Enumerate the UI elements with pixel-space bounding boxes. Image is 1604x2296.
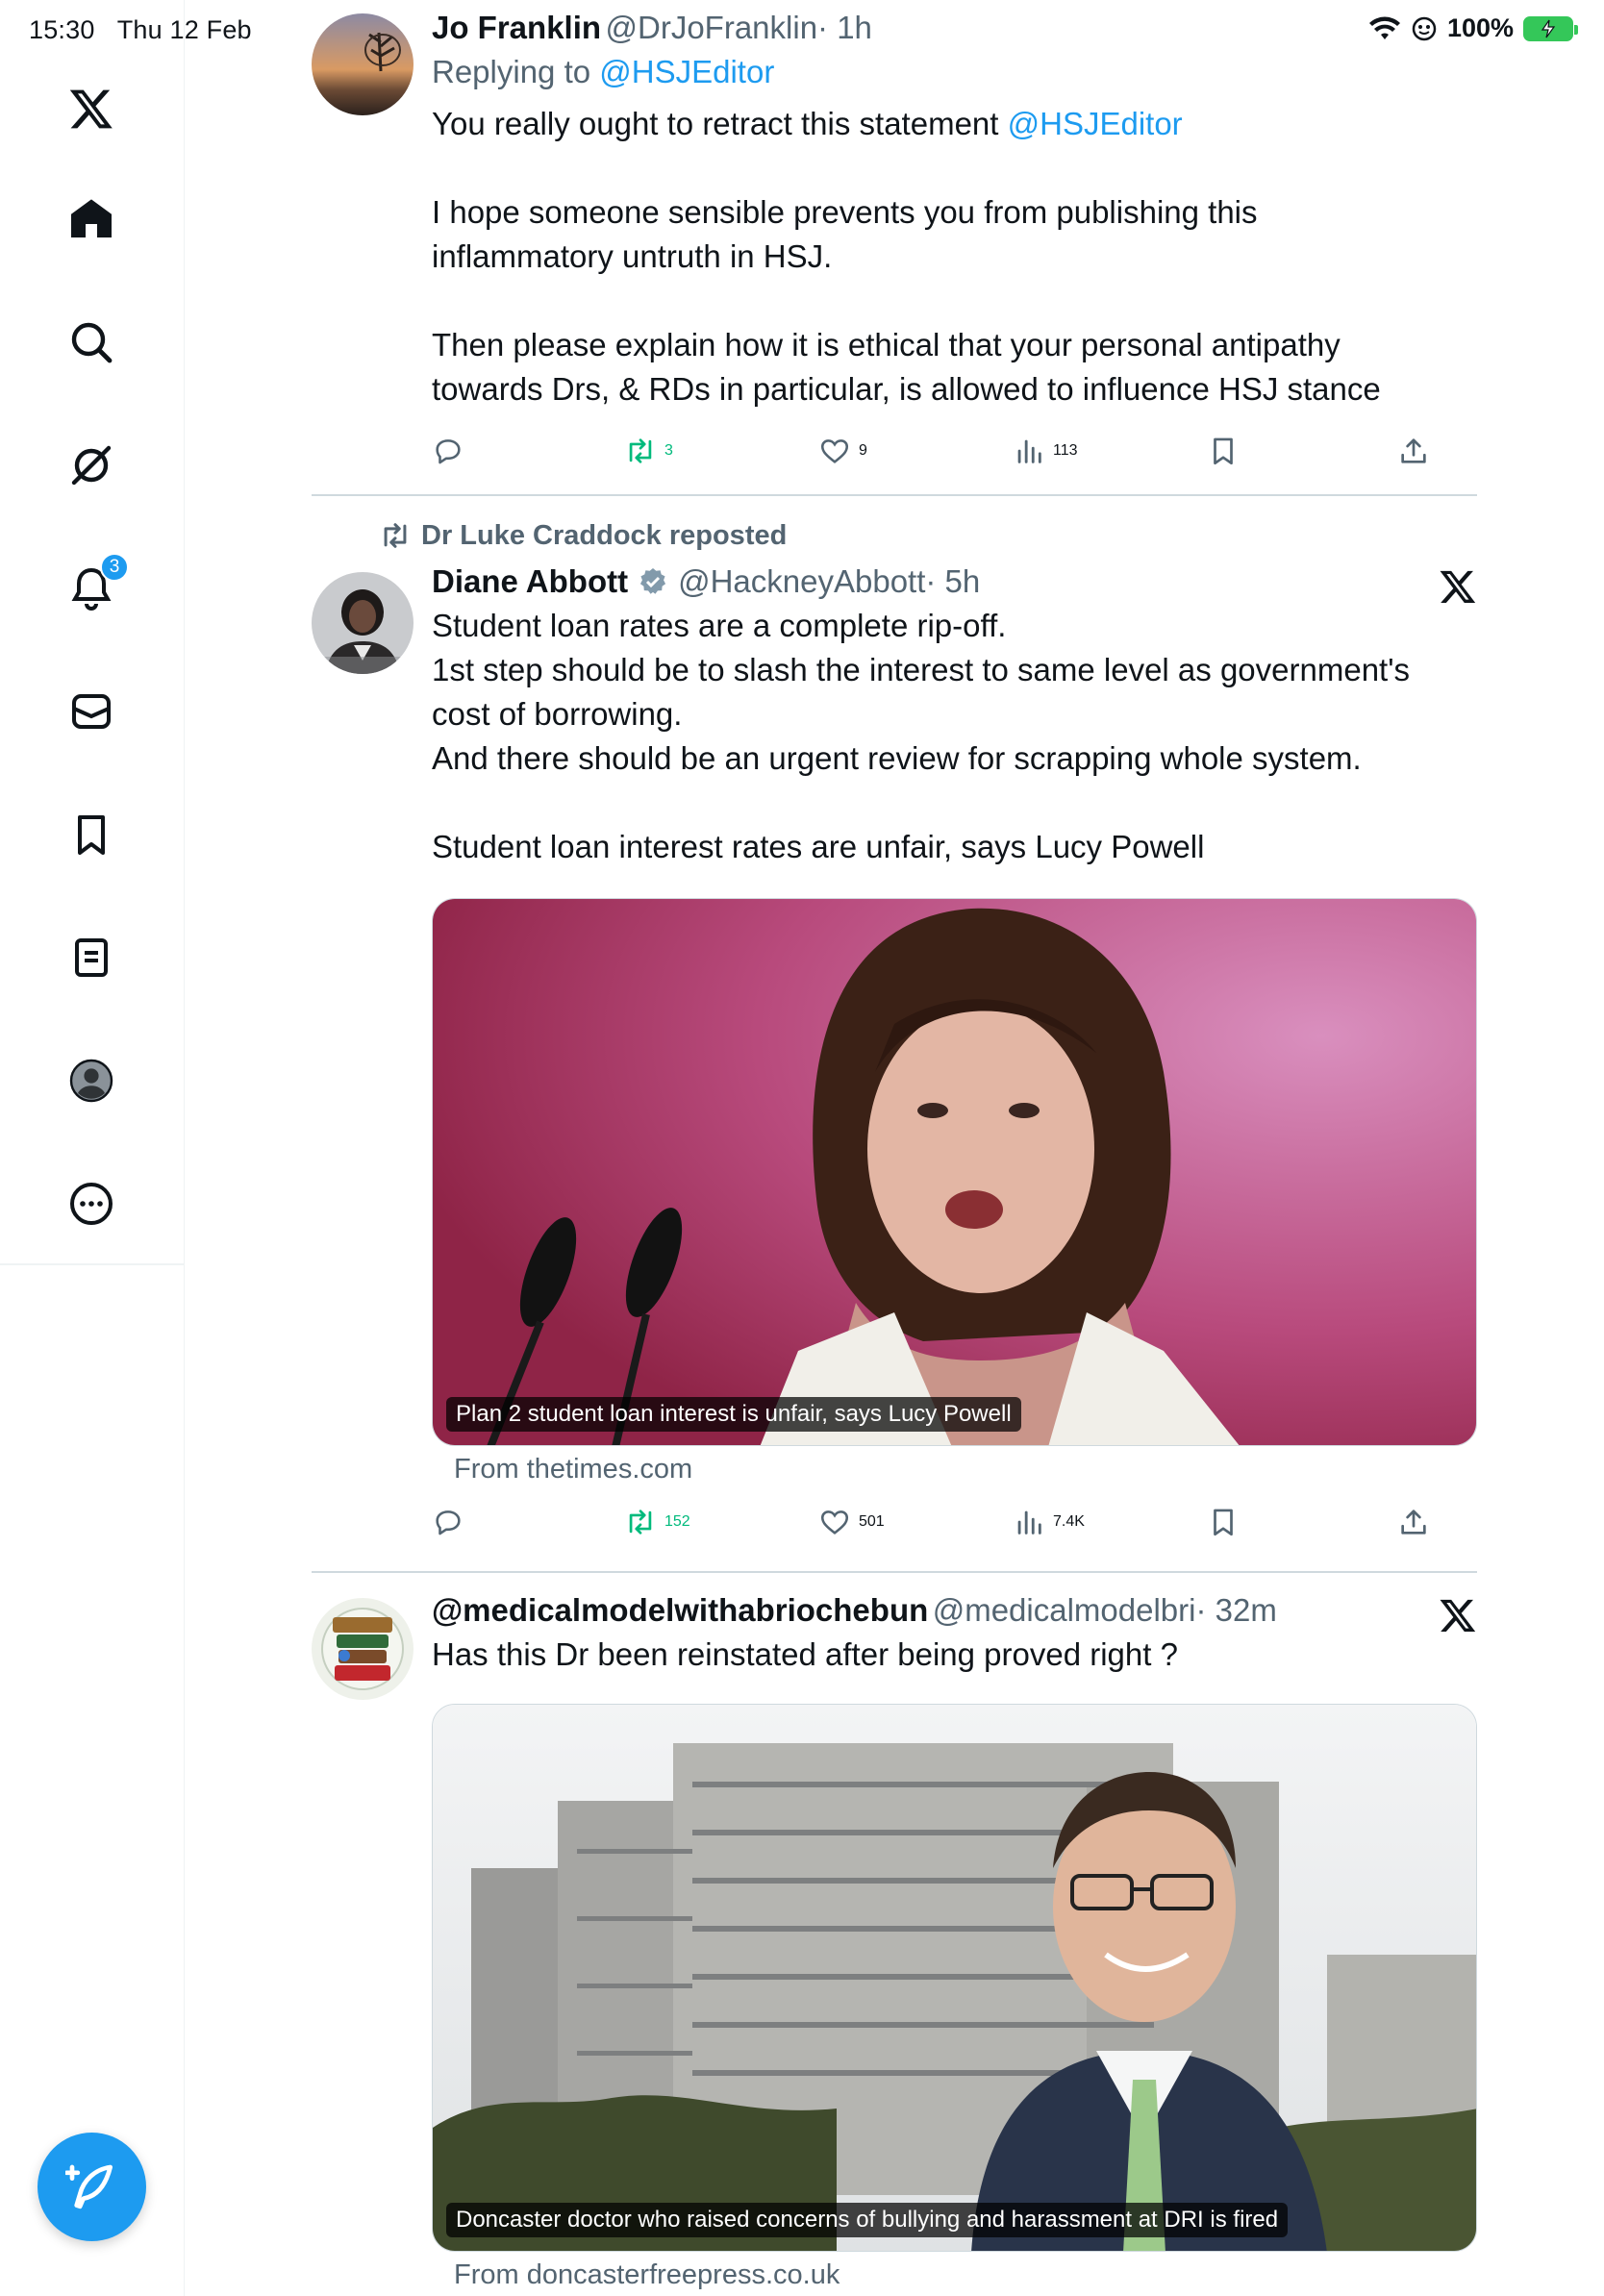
avatar-medicalmodel[interactable] (312, 1598, 414, 1700)
tweet-text: Student loan rates are a complete rip-of… (432, 608, 1411, 776)
author-handle[interactable]: @HackneyAbbott (678, 563, 925, 600)
reply-icon (436, 439, 461, 464)
notifications-badge: 3 (100, 553, 129, 582)
tweet-jo-franklin[interactable]: Jo Franklin @DrJoFranklin· 1h Replying t… (312, 10, 1477, 490)
grok-icon[interactable] (63, 437, 119, 493)
share-icon (1401, 438, 1426, 463)
share-button[interactable] (1397, 1506, 1430, 1538)
like-count: 501 (859, 1513, 885, 1530)
sidebar: 3 (0, 0, 185, 2296)
heart-icon (820, 439, 849, 463)
tweet-actions: 152 501 7.4K (432, 1506, 1477, 1544)
bookmark-button[interactable] (1207, 435, 1240, 467)
link-card-caption: Doncaster doctor who raised concerns of … (446, 2203, 1289, 2237)
replying-prefix: Replying to (432, 54, 600, 89)
link-card-thetimes[interactable]: Plan 2 student loan interest is unfair, … (432, 898, 1477, 1446)
like-button[interactable]: 9 (818, 435, 867, 467)
tweet-actions: 3 9 113 (432, 435, 1477, 473)
like-count: 9 (859, 442, 867, 459)
tweet-text: You really ought to retract this stateme… (432, 102, 1477, 412)
replying-to-mention[interactable]: @HSJEditor (599, 54, 774, 89)
retweet-button[interactable]: 3 (624, 435, 673, 467)
link-card-image (433, 899, 1476, 1445)
battery-icon (1523, 15, 1578, 41)
tweet-paragraph: I hope someone sensible prevents you fro… (432, 194, 1258, 274)
notifications-icon[interactable]: 3 (63, 553, 129, 616)
home-icon[interactable] (63, 191, 119, 247)
view-count: 113 (1053, 442, 1078, 459)
tweet-medicalmodel[interactable]: @medicalmodelwithabriochebun @medicalmod… (312, 1592, 1477, 2296)
tweet-text: Has this Dr been reinstated after being … (432, 1636, 1178, 1672)
compose-button[interactable] (38, 2133, 146, 2241)
avatar-jo-franklin[interactable] (312, 13, 414, 115)
search-icon[interactable] (63, 314, 119, 370)
retweet-button[interactable]: 152 (624, 1506, 690, 1538)
reposted-by[interactable]: Dr Luke Craddock reposted (421, 520, 787, 552)
bookmark-icon (1214, 437, 1233, 465)
retweet-icon (629, 438, 652, 463)
feather-plus-icon (64, 2164, 113, 2209)
tweet-text-line: You really ought to retract this stateme… (432, 106, 1008, 141)
x-logo-icon[interactable] (1439, 567, 1477, 606)
tweet-divider (312, 1571, 1477, 1573)
link-card-caption: Plan 2 student loan interest is unfair, … (446, 1397, 1021, 1432)
lists-icon[interactable] (63, 930, 119, 986)
link-card-source[interactable]: From thetimes.com (454, 1454, 692, 1485)
retweet-icon (629, 1510, 652, 1535)
profile-avatar-icon[interactable] (63, 1053, 119, 1109)
replying-to: Replying to @HSJEditor (432, 54, 1477, 90)
more-icon[interactable] (63, 1176, 119, 1232)
bookmark-icon (1214, 1509, 1233, 1536)
views-button[interactable]: 7.4K (1013, 1506, 1085, 1538)
reply-icon (436, 1510, 461, 1535)
author-name[interactable]: Diane Abbott (432, 563, 628, 600)
tweet-paragraph: Student loan interest rates are unfair, … (432, 829, 1205, 864)
reply-button[interactable] (432, 435, 464, 467)
share-button[interactable] (1397, 435, 1430, 467)
share-icon (1401, 1510, 1426, 1535)
like-button[interactable]: 501 (818, 1506, 885, 1538)
retweet-count: 152 (664, 1513, 690, 1530)
views-chart-icon (1017, 1510, 1041, 1535)
repost-icon (384, 523, 407, 548)
link-card-image (433, 1705, 1476, 2251)
messages-icon[interactable] (63, 684, 119, 739)
link-card-source[interactable]: From doncasterfreepress.co.uk (454, 2259, 840, 2291)
x-logo-icon[interactable] (63, 81, 119, 137)
views-button[interactable]: 113 (1013, 435, 1078, 467)
x-logo-icon[interactable] (1439, 1596, 1477, 1635)
author-name[interactable]: Jo Franklin (432, 10, 601, 45)
tweet-divider (312, 494, 1477, 496)
view-count: 7.4K (1053, 1513, 1085, 1530)
verified-badge-icon (640, 568, 666, 594)
author-name[interactable]: @medicalmodelwithabriochebun (432, 1592, 928, 1628)
retweet-count: 3 (664, 442, 673, 459)
sidebar-divider (0, 1263, 185, 1265)
repost-indicator: Dr Luke Craddock reposted (379, 519, 787, 552)
heart-icon (820, 1510, 849, 1535)
tweet-paragraph: Then please explain how it is ethical th… (432, 327, 1381, 407)
post-time: · 32m (1195, 1592, 1277, 1628)
views-chart-icon (1017, 439, 1041, 463)
avatar-diane-abbott[interactable] (312, 572, 414, 674)
mention-link[interactable]: @HSJEditor (1008, 106, 1183, 141)
reply-button[interactable] (432, 1506, 464, 1538)
post-time: · 1h (817, 10, 872, 45)
link-card-doncasterfreepress[interactable]: Doncaster doctor who raised concerns of … (432, 1704, 1477, 2252)
bookmarks-icon[interactable] (63, 807, 119, 862)
author-handle[interactable]: @medicalmodelbri (933, 1592, 1196, 1628)
author-handle[interactable]: @DrJoFranklin (606, 10, 818, 45)
bookmark-button[interactable] (1207, 1506, 1240, 1538)
post-time: · 5h (925, 563, 981, 599)
tweet-diane-abbott[interactable]: Dr Luke Craddock reposted Diane Abbott @… (312, 519, 1477, 1558)
